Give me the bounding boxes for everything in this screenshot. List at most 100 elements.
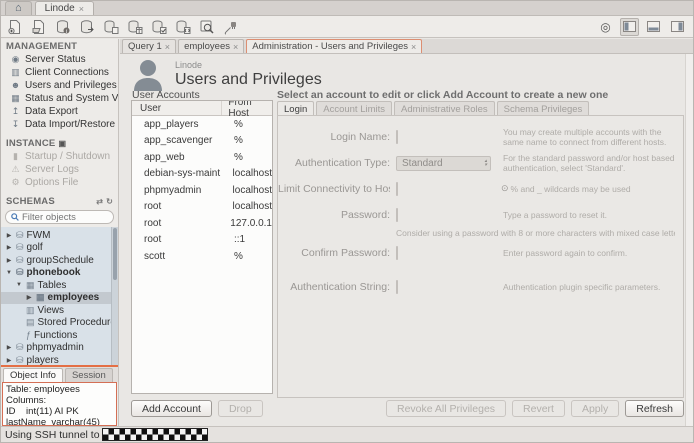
tree-item-players[interactable]: ▶ ⛁ players: [1, 354, 118, 365]
target-icon[interactable]: ◎: [596, 18, 615, 36]
table-row[interactable]: root ::1: [132, 232, 272, 249]
expand-schemas-icon[interactable]: ⇄: [96, 197, 103, 206]
detail-tab[interactable]: Administrative Roles: [394, 101, 495, 116]
toggle-right-panel-icon[interactable]: [668, 18, 687, 36]
detail-tab[interactable]: Login: [277, 101, 314, 116]
table-row[interactable]: debian-sys-maint localhost: [132, 166, 272, 183]
open-sql-script-icon[interactable]: [29, 18, 48, 36]
field-input[interactable]: [396, 130, 398, 144]
editor-tab-bar: Query 1 × employees × Administration - U…: [120, 39, 693, 54]
connect-database-icon[interactable]: [77, 18, 96, 36]
create-table-icon[interactable]: [125, 18, 144, 36]
tree-item-phonebook[interactable]: ▼ ⛁ phonebook: [1, 267, 118, 280]
account-button[interactable]: Add Account: [131, 400, 212, 417]
connection-tab[interactable]: Linode ×: [35, 1, 94, 15]
expand-arrow-icon[interactable]: ▶: [5, 357, 13, 364]
tree-item-golf[interactable]: ▶ ⛁ golf: [1, 242, 118, 255]
sidebar-item-icon: ◉: [10, 55, 21, 64]
sidebar-item-status-variables[interactable]: ▦ Status and System Variables: [1, 92, 118, 105]
close-icon[interactable]: ×: [79, 4, 84, 14]
table-row[interactable]: app_web %: [132, 149, 272, 166]
tree-item-icon: ▥: [26, 306, 35, 315]
editor-tab[interactable]: Query 1 ×: [122, 39, 176, 53]
reconnect-server-icon[interactable]: [221, 18, 240, 36]
expand-arrow-icon[interactable]: ▼: [5, 270, 13, 276]
cell-user: app_web: [132, 152, 228, 163]
home-tab[interactable]: ⌂: [5, 1, 32, 15]
editor-tab-label: Query 1: [128, 41, 162, 52]
tree-item-tables[interactable]: ▼ ▦ Tables: [1, 279, 118, 292]
sidebar-item-data-export[interactable]: ↥ Data Export: [1, 105, 118, 118]
sidebar-item-options-file[interactable]: ⚙ Options File: [1, 176, 118, 189]
detail-tab-bar: Login Account Limits Administrative Role…: [277, 101, 589, 116]
expand-arrow-icon[interactable]: ▼: [15, 282, 23, 288]
expand-arrow-icon[interactable]: ▶: [5, 244, 13, 251]
new-sql-tab-icon[interactable]: [5, 18, 24, 36]
cell-user: phpmyadmin: [132, 185, 227, 196]
detail-tab[interactable]: Account Limits: [316, 101, 392, 116]
tree-item-employees[interactable]: ▶ ▦ employees: [1, 292, 118, 305]
table-row[interactable]: phpmyadmin localhost: [132, 182, 272, 199]
field-input[interactable]: [396, 280, 398, 294]
tree-item-label: golf: [27, 242, 43, 253]
create-schema-icon[interactable]: [101, 18, 120, 36]
field-input[interactable]: [396, 208, 398, 222]
close-icon[interactable]: ×: [165, 42, 170, 52]
table-row[interactable]: root 127.0.0.1: [132, 215, 272, 232]
table-row[interactable]: app_scavenger %: [132, 133, 272, 150]
info-tab[interactable]: Session: [65, 368, 113, 382]
cell-user: app_scavenger: [132, 135, 228, 146]
sidebar-item-client-connections[interactable]: ▥ Client Connections: [1, 66, 118, 79]
sidebar-item-data-import[interactable]: ↧ Data Import/Restore: [1, 118, 118, 131]
field-input[interactable]: [396, 246, 398, 260]
table-row[interactable]: root localhost: [132, 199, 272, 216]
tree-item-icon: ⛁: [16, 268, 24, 277]
schema-tree-scrollbar[interactable]: [111, 227, 118, 365]
create-procedure-icon[interactable]: [173, 18, 192, 36]
detail-button[interactable]: Revoke All Privileges: [386, 400, 506, 417]
column-header-user[interactable]: User: [132, 101, 222, 115]
sidebar-item-users-privileges[interactable]: ☻ Users and Privileges: [1, 79, 118, 92]
sidebar-item-startup-shutdown[interactable]: ▮ Startup / Shutdown: [1, 150, 118, 163]
table-row[interactable]: app_players %: [132, 116, 272, 133]
field-select[interactable]: Standard▴▾: [396, 156, 491, 171]
tree-item-functions[interactable]: ƒ Functions: [1, 329, 118, 342]
expand-arrow-icon[interactable]: ▶: [5, 232, 13, 239]
tree-item-views[interactable]: ▥ Views: [1, 304, 118, 317]
tree-item-groupschedule[interactable]: ▶ ⛁ groupSchedule: [1, 254, 118, 267]
instance-section-header: INSTANCE ▣: [1, 136, 118, 150]
close-icon[interactable]: ×: [411, 42, 416, 52]
create-view-icon[interactable]: [149, 18, 168, 36]
detail-button[interactable]: Refresh: [625, 400, 684, 417]
editor-tab[interactable]: employees ×: [178, 39, 244, 53]
sidebar-item-server-logs[interactable]: ⚠ Server Logs: [1, 163, 118, 176]
tree-item-stored-procedures[interactable]: ▤ Stored Procedures: [1, 317, 118, 330]
tree-item-phpmyadmin[interactable]: ▶ ⛁ phpmyadmin: [1, 342, 118, 355]
detail-tab[interactable]: Schema Privileges: [497, 101, 590, 116]
expand-arrow-icon[interactable]: ▶: [5, 344, 13, 351]
page-title: Users and Privileges: [175, 71, 322, 89]
sidebar-item-server-status[interactable]: ◉ Server Status: [1, 53, 118, 66]
refresh-schemas-icon[interactable]: ↻: [106, 197, 113, 206]
schema-filter-input[interactable]: [22, 212, 106, 223]
table-row[interactable]: scott %: [132, 248, 272, 265]
tree-item-icon: ⛁: [16, 231, 24, 240]
expand-arrow-icon[interactable]: ▶: [5, 257, 13, 264]
toggle-left-panel-icon[interactable]: [620, 18, 639, 36]
inspect-database-icon[interactable]: i: [53, 18, 72, 36]
expand-arrow-icon[interactable]: ▶: [25, 294, 33, 301]
detail-button[interactable]: Apply: [571, 400, 619, 417]
account-button[interactable]: Drop: [218, 400, 263, 417]
search-data-icon[interactable]: [197, 18, 216, 36]
field-label: Password:: [278, 209, 390, 221]
close-icon[interactable]: ×: [233, 42, 238, 52]
info-tab[interactable]: Object Info: [3, 368, 63, 382]
detail-button[interactable]: Revert: [512, 400, 565, 417]
tree-item-fwm[interactable]: ▶ ⛁ FWM: [1, 229, 118, 242]
editor-tab[interactable]: Administration - Users and Privileges ×: [246, 39, 422, 53]
content-scrollbar[interactable]: [685, 54, 693, 426]
field-input[interactable]: [396, 182, 398, 196]
toggle-bottom-panel-icon[interactable]: [644, 18, 663, 36]
schema-tree: ▶ ⛁ FWM ▶ ⛁ golf ▶ ⛁ groupSchedule: [1, 227, 118, 365]
tree-item-icon: ⛁: [16, 356, 24, 365]
